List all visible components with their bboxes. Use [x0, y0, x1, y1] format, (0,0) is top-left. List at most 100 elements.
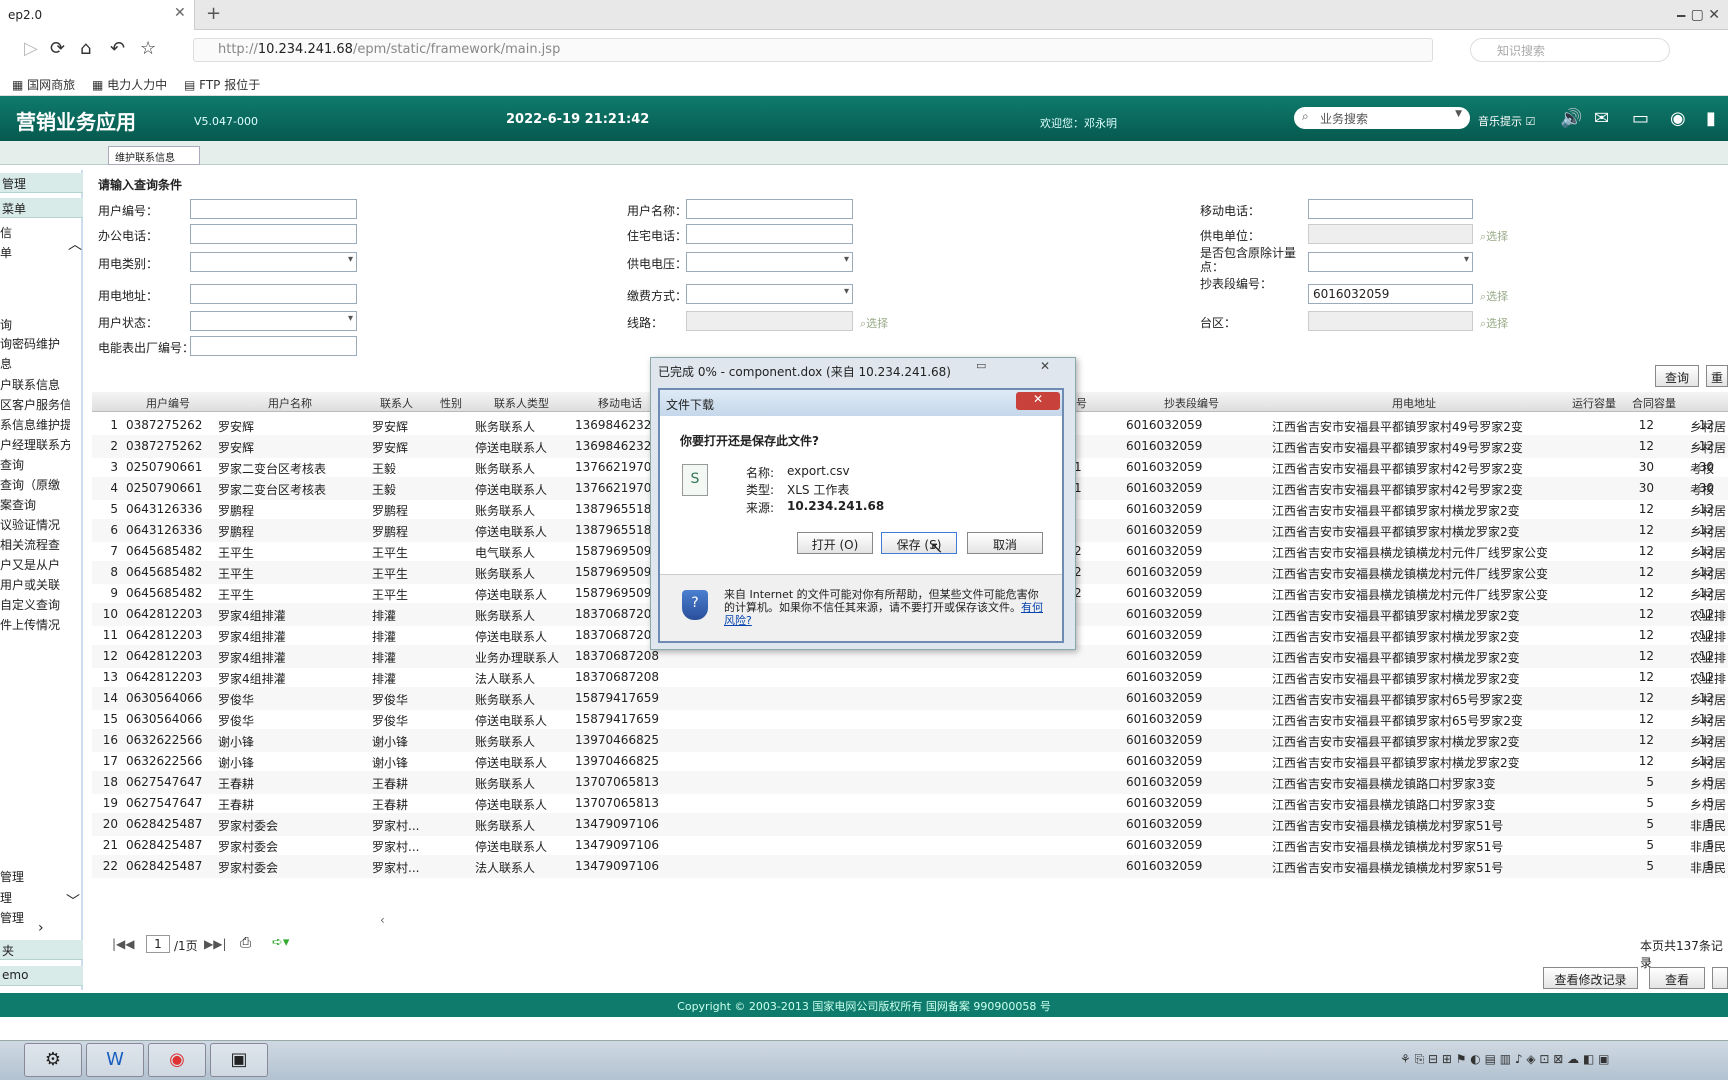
user-status-select[interactable] — [190, 311, 357, 331]
scroll-left-icon[interactable]: ‹ — [380, 913, 385, 927]
area-input[interactable] — [1308, 311, 1473, 331]
export-icon[interactable]: ➪▾ — [272, 935, 289, 950]
table-row[interactable]: 22 0628425487 罗家村委会 罗家村... 法人联系人 13479097106 6… — [92, 855, 1728, 878]
table-row[interactable]: 13 0642812203 罗家4组排灌 排灌 法人联系人 18370687208 6016… — [92, 666, 1728, 689]
mobile-input[interactable] — [1308, 199, 1473, 219]
sidebar-item[interactable]: 系信息维护提 — [0, 416, 70, 433]
forward-icon[interactable]: ▷ — [24, 38, 38, 59]
sidebar-header[interactable]: 菜单 — [0, 198, 83, 218]
explorer-icon[interactable]: ⚙ — [24, 1043, 82, 1077]
new-tab-icon[interactable]: + — [206, 3, 221, 24]
table-row[interactable]: 18 0627547647 王春耕 王春耕 账务联系人 13707065813 601603… — [92, 771, 1728, 794]
address-bar[interactable]: http://10.234.241.68/epm/static/framewor… — [193, 38, 1433, 62]
select-area-link[interactable]: ⌕选择 — [1480, 315, 1508, 331]
sidebar-item[interactable]: 户联系信息 — [0, 376, 70, 393]
sidebar-item[interactable]: 信 — [0, 224, 70, 241]
speaker-icon[interactable]: 🔊 — [1560, 108, 1582, 129]
supply-unit-input[interactable] — [1308, 224, 1473, 244]
more-button[interactable] — [1712, 967, 1728, 989]
wps-icon[interactable]: W — [86, 1043, 144, 1077]
bookmark-item[interactable]: ▦ 国网商旅 — [12, 76, 75, 93]
sidebar-item[interactable]: 理 — [0, 889, 70, 906]
open-button[interactable]: 打开 (O) — [797, 532, 873, 554]
user-no-input[interactable] — [190, 199, 357, 219]
favorite-icon[interactable]: ☆ — [140, 38, 156, 59]
page-input[interactable]: 1 — [146, 935, 170, 953]
sidebar-item[interactable]: 户又是从户 — [0, 556, 70, 573]
sidebar-item[interactable]: 相关流程查 — [0, 536, 70, 553]
window-controls[interactable]: 🗕 ▢ ✕ — [1676, 4, 1720, 28]
close-icon[interactable]: ✕ — [1016, 392, 1060, 410]
table-row[interactable]: 16 0632622566 谢小锋 谢小锋 账务联系人 13970466825 601603… — [92, 729, 1728, 752]
sidebar-item[interactable]: 查询 — [0, 456, 70, 473]
sidebar-header[interactable]: 管理 — [0, 173, 83, 193]
app-icon[interactable]: ▣ — [210, 1043, 268, 1077]
sidebar-item[interactable]: 自定义查询 — [0, 596, 70, 613]
table-row[interactable]: 19 0627547647 王春耕 王春耕 停送电联系人 13707065813 60160… — [92, 792, 1728, 815]
sidebar-item[interactable]: 单 — [0, 244, 70, 261]
table-row[interactable]: 21 0628425487 罗家村委会 罗家村... 停送电联系人 13479097106… — [92, 834, 1728, 857]
office-phone-input[interactable] — [190, 224, 357, 244]
minimize-icon[interactable]: ▭ — [976, 359, 986, 372]
sidebar-item[interactable]: 区客户服务信 — [0, 396, 70, 413]
chevron-right-icon[interactable]: › — [38, 920, 44, 936]
sidebar-header[interactable]: 夹 — [0, 940, 83, 960]
sidebar-item[interactable]: 管理 — [0, 909, 70, 926]
sidebar-item[interactable]: 查询（原缴 — [0, 476, 70, 493]
include-removed-select[interactable] — [1308, 252, 1473, 272]
sidebar-item[interactable]: 案查询 — [0, 496, 70, 513]
select-line-link[interactable]: ⌕选择 — [860, 315, 888, 331]
chat-icon[interactable]: ▭ — [1632, 108, 1649, 129]
meter-no-input[interactable] — [190, 336, 357, 356]
mail-icon[interactable]: ✉ — [1594, 108, 1609, 129]
view-button[interactable]: 查看 — [1649, 967, 1705, 989]
sidebar-item[interactable]: 用户或关联 — [0, 576, 70, 593]
browser-icon[interactable]: ◉ — [148, 1043, 206, 1077]
print-icon[interactable]: ⎙ — [240, 935, 251, 951]
browser-search-input[interactable]: 知识搜索 — [1470, 38, 1670, 62]
elec-addr-input[interactable] — [190, 284, 357, 304]
home-phone-input[interactable] — [686, 224, 853, 244]
sidebar-header[interactable]: emo — [0, 966, 83, 986]
sidebar-item[interactable]: 管理 — [0, 868, 70, 885]
sound-toggle[interactable]: 音乐提示 ☑ — [1478, 113, 1535, 129]
close-icon[interactable]: ✕ — [174, 5, 186, 21]
business-search-input[interactable]: ⌕ 业务搜索 ▼ — [1294, 107, 1470, 129]
select-meter-seg-link[interactable]: ⌕选择 — [1480, 288, 1508, 304]
close-icon[interactable]: ✕ — [1040, 359, 1050, 373]
table-row[interactable]: 14 0630564066 罗俊华 罗俊华 账务联系人 15879417659 601603… — [92, 687, 1728, 710]
user-name-input[interactable] — [686, 199, 853, 219]
sidebar-item[interactable]: 息 — [0, 355, 70, 372]
browser-tab[interactable]: ep2.0 — [0, 0, 195, 30]
tray-icons[interactable]: ⚘ ⎘ ⊟ ⊞ ⚑ ◐ ▤ ▥ ♪ ◈ ⊡ ⊠ ☁ ◧ ▣ — [1400, 1052, 1609, 1067]
undo-icon[interactable]: ↶ — [110, 38, 125, 59]
help-icon[interactable]: ◉ — [1670, 108, 1686, 129]
view-log-button[interactable]: 查看修改记录 — [1543, 967, 1638, 989]
save-button[interactable]: 保存 (S) — [881, 532, 957, 554]
home-icon[interactable]: ⌂ — [80, 38, 91, 59]
table-row[interactable]: 17 0632622566 谢小锋 谢小锋 停送电联系人 13970466825 60160… — [92, 750, 1728, 773]
scroll-up-icon[interactable]: ︿ — [68, 234, 82, 254]
search-button[interactable]: 查询 — [1655, 365, 1699, 387]
sidebar-item[interactable]: 询密码维护 — [0, 335, 70, 352]
supply-voltage-select[interactable] — [686, 252, 853, 272]
line-input[interactable] — [686, 311, 853, 331]
meter-seg-input[interactable]: 6016032059 — [1308, 284, 1473, 304]
last-page-icon[interactable]: ▶▶| — [204, 937, 227, 951]
bookmark-item[interactable]: ▤ FTP 报位于 — [184, 76, 260, 93]
bookmark-item[interactable]: ▦ 电力人力中 — [92, 76, 167, 93]
elec-type-select[interactable] — [190, 252, 357, 272]
table-row[interactable]: 15 0630564066 罗俊华 罗俊华 停送电联系人 15879417659 60160… — [92, 708, 1728, 731]
select-unit-link[interactable]: ⌕选择 — [1480, 228, 1508, 244]
sidebar-item[interactable]: 户经理联系方 — [0, 436, 70, 453]
sidebar-item[interactable]: 询 — [0, 316, 70, 333]
tab-maintain-contact[interactable]: 维护联系信息 — [108, 146, 200, 165]
table-row[interactable]: 20 0628425487 罗家村委会 罗家村... 账务联系人 13479097106 6… — [92, 813, 1728, 836]
first-page-icon[interactable]: |◀◀ — [112, 937, 135, 951]
cancel-button[interactable]: 取消 — [967, 532, 1043, 554]
pay-method-select[interactable] — [686, 284, 853, 304]
reload-icon[interactable]: ⟳ — [50, 38, 65, 59]
sidebar-item[interactable]: 件上传情况 — [0, 616, 70, 633]
sidebar-item[interactable]: 议验证情况 — [0, 516, 70, 533]
reset-button[interactable]: 重 — [1706, 365, 1728, 387]
